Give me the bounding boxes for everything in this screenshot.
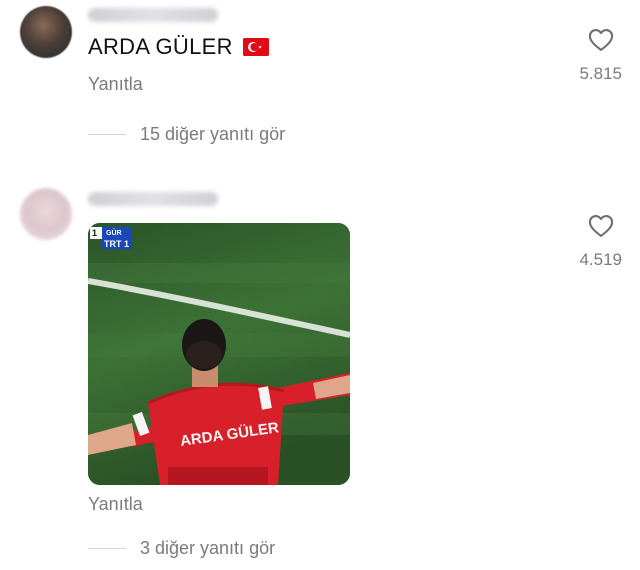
username-blurred[interactable] bbox=[88, 192, 218, 206]
view-replies-button[interactable]: 15 diğer yanıtı gör bbox=[88, 124, 285, 145]
comment-item: ARDA GÜLER Yanıtla 15 diğer yanıtı gör 5… bbox=[0, 0, 640, 160]
comment-text: ARDA GÜLER bbox=[88, 34, 233, 59]
reply-button[interactable]: Yanıtla bbox=[88, 74, 143, 95]
view-replies-button[interactable]: 3 diğer yanıtı gör bbox=[88, 538, 275, 559]
replies-divider bbox=[88, 134, 126, 135]
comment-item: 1 GÜR TRT 1 ARDA GÜLER Yanıtla 3 diğer y… bbox=[0, 178, 640, 570]
like-column: 5.815 bbox=[579, 26, 622, 84]
broadcast-score: 1 bbox=[92, 228, 97, 238]
username-blurred[interactable] bbox=[88, 8, 218, 22]
broadcast-team: GÜR bbox=[106, 228, 122, 237]
heart-icon[interactable] bbox=[586, 212, 616, 240]
like-column: 4.519 bbox=[579, 212, 622, 270]
heart-icon[interactable] bbox=[586, 26, 616, 54]
view-replies-label: 3 diğer yanıtı gör bbox=[140, 538, 276, 558]
turkey-flag-icon bbox=[242, 38, 269, 56]
avatar[interactable] bbox=[20, 188, 72, 240]
reply-button[interactable]: Yanıtla bbox=[88, 494, 143, 515]
replies-divider bbox=[88, 548, 126, 549]
view-replies-label: 15 diğer yanıtı gör bbox=[140, 124, 286, 144]
broadcast-channel: TRT 1 bbox=[104, 239, 129, 249]
avatar[interactable] bbox=[20, 6, 72, 58]
gif-image: 1 GÜR TRT 1 ARDA GÜLER bbox=[88, 223, 350, 485]
gif-attachment[interactable]: 1 GÜR TRT 1 ARDA GÜLER bbox=[88, 223, 350, 485]
comment-body: ARDA GÜLER bbox=[88, 34, 269, 60]
like-count: 4.519 bbox=[579, 250, 622, 269]
like-count: 5.815 bbox=[579, 64, 622, 83]
